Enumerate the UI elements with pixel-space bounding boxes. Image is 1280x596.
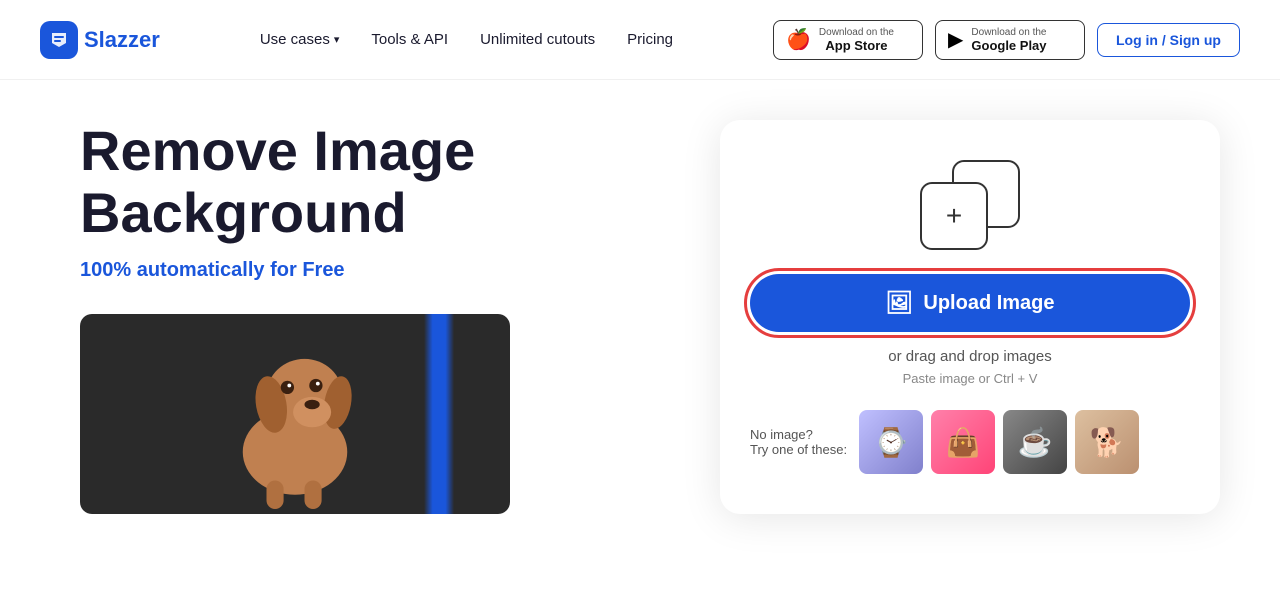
dog-illustration [205,319,385,509]
hero-demo-image [80,314,510,514]
nav-pricing[interactable]: Pricing [627,31,673,48]
apple-icon: 🍎 [786,27,811,52]
sample-label: No image? Try one of these: [750,427,847,457]
google-play-bottom: Google Play [971,38,1046,53]
sample-images-section: No image? Try one of these: ⌚ 👜 ☕ 🐕 [750,410,1190,474]
paste-hint-text: Paste image or Ctrl + V [750,371,1190,386]
main-nav: Use cases ▾ Tools & API Unlimited cutout… [260,31,673,48]
app-store-top: Download on the [819,27,894,38]
sample-image-list: ⌚ 👜 ☕ 🐕 [859,410,1139,474]
chevron-down-icon: ▾ [334,33,340,46]
google-play-button[interactable]: ▶ Download on the Google Play [935,20,1085,60]
login-signup-button[interactable]: Log in / Sign up [1097,23,1240,57]
nav-unlimited-cutouts[interactable]: Unlimited cutouts [480,31,595,48]
sample-bag-thumb[interactable]: 👜 [931,410,995,474]
hero-subtitle: 100% automatically for Free [80,259,660,282]
sample-watch-thumb[interactable]: ⌚ [859,410,923,474]
sample-coffee-thumb[interactable]: ☕ [1003,410,1067,474]
nav-tools-api[interactable]: Tools & API [371,31,448,48]
hero-title: Remove Image Background [80,120,660,243]
upload-card: + 🖼 Upload Image or drag and drop images… [720,120,1220,514]
app-store-button[interactable]: 🍎 Download on the App Store [773,20,923,60]
image-upload-icon: 🖼 [885,290,913,316]
image-front-icon: + [920,182,988,250]
logo-icon [40,21,78,59]
logo[interactable]: Slazzer [40,21,160,59]
google-play-icon: ▶ [948,27,963,52]
logo-text: Slazzer [84,27,160,53]
sample-dog-thumb[interactable]: 🐕 [1075,410,1139,474]
app-store-bottom: App Store [819,38,894,53]
hero-free-highlight: Free [302,259,344,281]
upload-panel: + 🖼 Upload Image or drag and drop images… [720,120,1220,514]
nav-use-cases[interactable]: Use cases ▾ [260,31,340,48]
plus-icon: + [946,200,962,232]
hero-section: Remove Image Background 100% automatical… [80,120,660,514]
upload-icon-stack: + [920,160,1020,250]
header-actions: 🍎 Download on the App Store ▶ Download o… [773,20,1240,60]
upload-image-button[interactable]: 🖼 Upload Image [750,274,1190,332]
drag-drop-text: or drag and drop images [750,348,1190,365]
google-play-top: Download on the [971,27,1046,38]
